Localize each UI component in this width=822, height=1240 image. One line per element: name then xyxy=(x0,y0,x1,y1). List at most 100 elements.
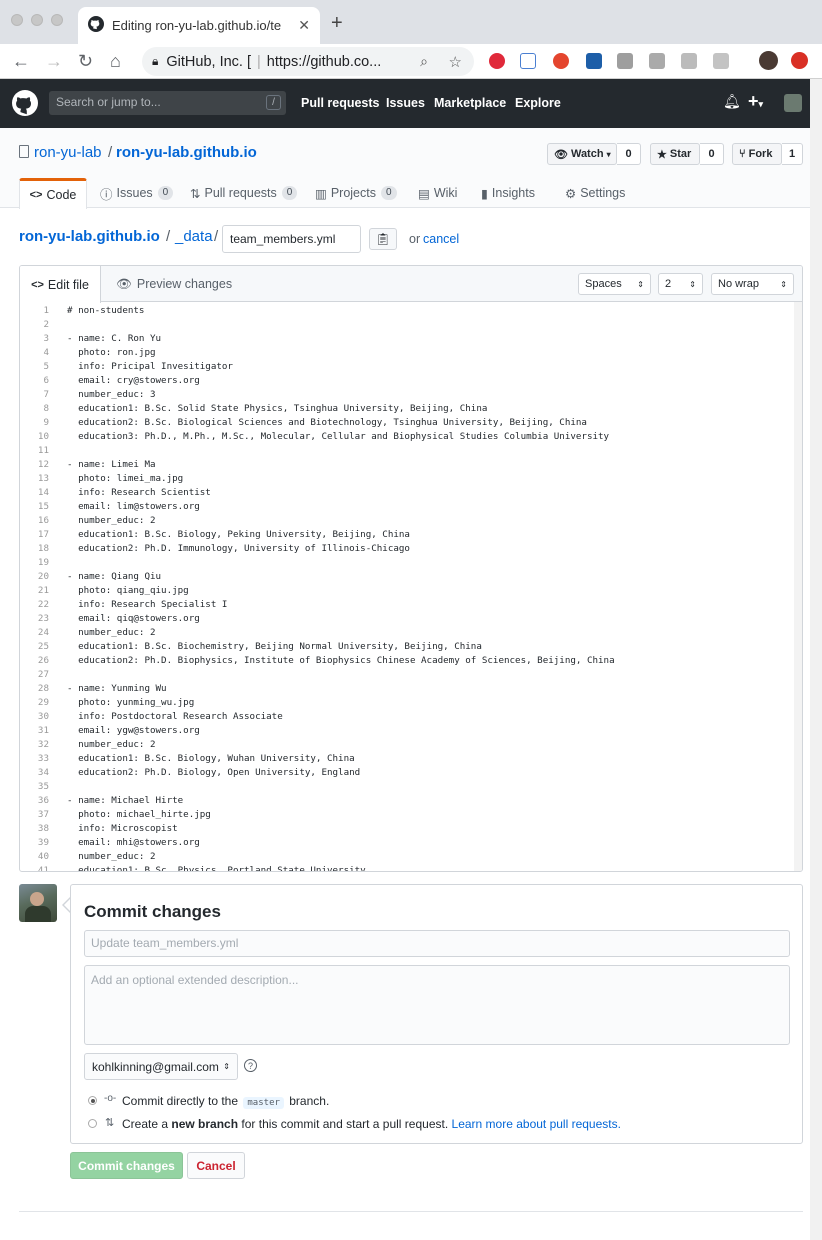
bookmark-star-icon[interactable]: ☆ xyxy=(449,53,462,71)
code-line[interactable]: 11 xyxy=(20,444,802,458)
filename-input[interactable] xyxy=(222,225,361,253)
tab-close-icon[interactable]: ✕ xyxy=(298,17,310,34)
forward-arrow-icon[interactable]: → xyxy=(45,50,63,72)
code-line[interactable]: 17 education1: B.Sc. Biology, Peking Uni… xyxy=(20,528,802,542)
tab-settings[interactable]: ⚙︎ Settings xyxy=(565,178,625,208)
ublock-extension-icon[interactable] xyxy=(553,53,569,69)
code-line[interactable]: 16 number_educ: 2 xyxy=(20,514,802,528)
code-line[interactable]: 32 number_educ: 2 xyxy=(20,738,802,752)
code-line[interactable]: 24 number_educ: 2 xyxy=(20,626,802,640)
code-line[interactable]: 37 photo: michael_hirte.jpg xyxy=(20,808,802,822)
extension-icon[interactable] xyxy=(617,53,633,69)
fork-count[interactable]: 1 xyxy=(782,143,803,165)
clipboard-icon[interactable]: 📋︎ xyxy=(369,228,397,250)
tab-projects[interactable]: ▥ Projects 0 xyxy=(315,178,397,208)
code-line[interactable]: 23 email: qiq@stowers.org xyxy=(20,612,802,626)
code-line[interactable]: 14 info: Research Scientist xyxy=(20,486,802,500)
learn-more-link[interactable]: Learn more about pull requests. xyxy=(452,1117,621,1131)
update-icon[interactable] xyxy=(791,52,808,69)
code-line[interactable]: 40 number_educ: 2 xyxy=(20,850,802,864)
code-line[interactable]: 26 education2: Ph.D. Biophysics, Institu… xyxy=(20,654,802,668)
search-input[interactable]: Search or jump to... / xyxy=(49,91,286,115)
repo-owner-link[interactable]: ron-yu-lab xyxy=(34,144,102,161)
code-line[interactable]: 21 photo: qiang_qiu.jpg xyxy=(20,584,802,598)
back-arrow-icon[interactable]: ← xyxy=(12,50,30,72)
code-line[interactable]: 38 info: Microscopist xyxy=(20,822,802,836)
tab-issues[interactable]: ⓘ Issues 0 xyxy=(100,178,174,208)
create-new-icon[interactable]: +▾ xyxy=(748,91,763,112)
profile-avatar[interactable] xyxy=(759,51,778,70)
window-zoom-button[interactable] xyxy=(51,14,63,26)
watch-count[interactable]: 0 xyxy=(617,143,641,165)
commit-new-branch-radio[interactable] xyxy=(88,1119,97,1128)
code-line[interactable]: 29 photo: yunming_wu.jpg xyxy=(20,696,802,710)
fork-button[interactable]: ⑂ Fork xyxy=(732,143,782,165)
code-line[interactable]: 12 - name: Limei Ma xyxy=(20,458,802,472)
nav-issues[interactable]: Issues xyxy=(386,96,425,110)
code-line[interactable]: 10 education3: Ph.D., M.Ph., M.Sc., Mole… xyxy=(20,430,802,444)
user-avatar[interactable] xyxy=(784,94,802,112)
code-line[interactable]: 41 education1: B.Sc. Physics, Portland S… xyxy=(20,864,802,871)
code-line[interactable]: 34 education2: Ph.D. Biology, Open Unive… xyxy=(20,766,802,780)
code-line[interactable]: 28 - name: Yunming Wu xyxy=(20,682,802,696)
code-line[interactable]: 19 xyxy=(20,556,802,570)
breadcrumb-repo-link[interactable]: ron-yu-lab.github.io xyxy=(19,228,160,245)
code-line[interactable]: 39 email: mhi@stowers.org xyxy=(20,836,802,850)
tab-code[interactable]: <> Code xyxy=(19,178,87,209)
zoom-icon[interactable]: ⌕ xyxy=(420,53,428,70)
nav-marketplace[interactable]: Marketplace xyxy=(434,96,506,110)
code-line[interactable]: 4 photo: ron.jpg xyxy=(20,346,802,360)
new-tab-icon[interactable]: + xyxy=(331,12,343,35)
commit-summary-input[interactable]: Update team_members.yml xyxy=(84,930,790,957)
code-line[interactable]: 6 email: cry@stowers.org xyxy=(20,374,802,388)
commit-description-textarea[interactable]: Add an optional extended description... xyxy=(84,965,790,1045)
commit-changes-button[interactable]: Commit changes xyxy=(70,1152,183,1179)
vue-extension-icon[interactable] xyxy=(586,53,602,69)
editor-scrollbar[interactable] xyxy=(794,302,802,871)
code-line[interactable]: 8 education1: B.Sc. Solid State Physics,… xyxy=(20,402,802,416)
indent-size-select[interactable]: 2 ⇕ xyxy=(658,273,703,295)
tab-wiki[interactable]: ▤ Wiki xyxy=(418,178,457,208)
code-line[interactable]: 33 education1: B.Sc. Biology, Wuhan Univ… xyxy=(20,752,802,766)
code-line[interactable]: 7 number_educ: 3 xyxy=(20,388,802,402)
github-logo-icon[interactable] xyxy=(12,90,38,119)
extension-icon[interactable] xyxy=(713,53,729,69)
star-count[interactable]: 0 xyxy=(700,143,724,165)
code-line[interactable]: 5 info: Pricipal Invesitigator xyxy=(20,360,802,374)
opera-extension-icon[interactable] xyxy=(489,53,505,69)
code-line[interactable]: 30 info: Postdoctoral Research Associate xyxy=(20,710,802,724)
address-bar[interactable]: 🔒︎ GitHub, Inc. [ | https://github.co...… xyxy=(142,47,474,76)
notification-bell-icon[interactable]: 🔔︎ xyxy=(723,93,741,110)
code-area[interactable]: 1 # non-students 2 3- name: C. Ron Yu 4 phot… xyxy=(20,302,802,871)
commit-email-select[interactable]: kohlkinning@gmail.com ⇕ xyxy=(84,1053,238,1080)
commit-direct-radio[interactable] xyxy=(88,1096,97,1105)
cancel-button[interactable]: Cancel xyxy=(187,1152,245,1179)
code-line[interactable]: 18 education2: Ph.D. Immunology, Univers… xyxy=(20,542,802,556)
code-line[interactable]: 22 info: Research Specialist I xyxy=(20,598,802,612)
code-line[interactable]: 25 education1: B.Sc. Biochemistry, Beiji… xyxy=(20,640,802,654)
window-minimize-button[interactable] xyxy=(31,14,43,26)
code-line[interactable]: 20 - name: Qiang Qiu xyxy=(20,570,802,584)
code-line[interactable]: 9 education2: B.Sc. Biological Sciences … xyxy=(20,416,802,430)
breadcrumb-folder-link[interactable]: _data xyxy=(175,228,213,245)
code-line[interactable]: 3 - name: C. Ron Yu xyxy=(20,332,802,346)
nav-pull-requests[interactable]: Pull requests xyxy=(301,96,380,110)
star-button[interactable]: ★ Star xyxy=(650,143,700,165)
tab-preview-changes[interactable]: 👁︎ Preview changes xyxy=(116,266,232,302)
page-scrollbar[interactable] xyxy=(810,79,822,1240)
code-line[interactable]: 13 photo: limei_ma.jpg xyxy=(20,472,802,486)
extension-icon[interactable] xyxy=(520,53,536,69)
home-icon[interactable]: ⌂ xyxy=(110,50,121,72)
cancel-link[interactable]: cancel xyxy=(423,232,459,246)
code-line[interactable]: 15 email: lim@stowers.org xyxy=(20,500,802,514)
code-line[interactable]: 36 - name: Michael Hirte xyxy=(20,794,802,808)
window-close-button[interactable] xyxy=(11,14,23,26)
watch-button[interactable]: 👁︎ Watch ▾ xyxy=(547,143,617,165)
tab-pull-requests[interactable]: ⇅ Pull requests 0 xyxy=(190,178,298,208)
wrap-mode-select[interactable]: No wrap ⇕ xyxy=(711,273,794,295)
tab-insights[interactable]: ▮ Insights xyxy=(481,178,535,208)
extension-icon[interactable] xyxy=(681,53,697,69)
browser-tab[interactable]: Editing ron-yu-lab.github.io/te ✕ xyxy=(78,7,320,44)
help-icon[interactable]: ? xyxy=(244,1059,257,1072)
code-line[interactable]: 1 # non-students xyxy=(20,304,802,318)
